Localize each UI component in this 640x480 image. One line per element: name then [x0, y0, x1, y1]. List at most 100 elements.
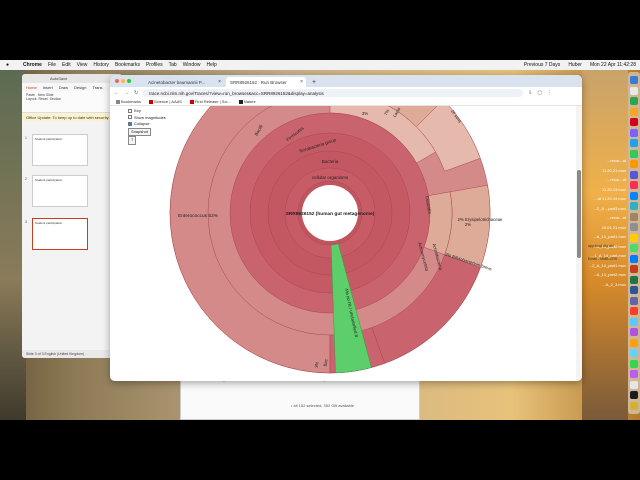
menu-tab[interactable]: Tab	[169, 62, 177, 68]
chrome-tab-active[interactable]: SRR8926152 : Run Browser ×	[226, 77, 306, 87]
dock-app-icon[interactable]	[630, 212, 638, 221]
page-scrollbar[interactable]	[576, 106, 582, 381]
ppt-update-notice[interactable]: Office Update: To keep up to date with s…	[22, 113, 122, 121]
dock-app-icon[interactable]	[630, 181, 638, 189]
apple-icon[interactable]: ●	[6, 62, 9, 68]
menu-bookmarks[interactable]: Bookmarks	[115, 62, 140, 68]
dock-app-icon[interactable]	[630, 170, 638, 179]
ppt-section-button[interactable]: Section	[50, 97, 62, 101]
dock-app-icon[interactable]	[630, 328, 638, 336]
menubar-clock[interactable]: Mon 22 Apr 11:42:28	[590, 62, 636, 68]
dock-app-icon[interactable]	[630, 223, 638, 231]
key-checkbox[interactable]	[128, 108, 132, 113]
dock-app-icon[interactable]	[630, 160, 638, 168]
bookmark-nature[interactable]: Nature	[238, 99, 256, 104]
slide-thumbnail-selected[interactable]: Student participation	[32, 218, 88, 250]
download-icon[interactable]: ⇩	[528, 90, 532, 96]
menubar-status-previous[interactable]: Previous 7 Days	[524, 62, 560, 68]
forward-icon[interactable]: →	[124, 90, 129, 96]
dock-app-icon[interactable]	[630, 275, 638, 284]
desktop-file-item[interactable]: ...A_14_part2.mov	[586, 270, 626, 280]
ppt-tab-draw[interactable]: Draw	[59, 85, 68, 90]
menu-window[interactable]: Window	[183, 62, 201, 68]
dock-app-icon[interactable]	[630, 254, 638, 263]
ppt-tab-design[interactable]: Design	[74, 85, 86, 90]
slide-thumbnail[interactable]: Student participation	[32, 175, 88, 207]
menubar-status-user[interactable]: Huber	[568, 62, 582, 68]
reload-icon[interactable]: ↻	[134, 90, 138, 96]
dock-app-icon[interactable]	[630, 76, 638, 84]
minimize-window-icon[interactable]	[121, 79, 125, 83]
bookmark-folder[interactable]: Bookmarks	[116, 99, 141, 104]
page-content: SRR8926152 (human gut metagenome) cellula…	[110, 106, 582, 381]
menu-edit[interactable]: Edit	[62, 62, 71, 68]
bookmark-first-release[interactable]: First Release | Sci...	[189, 99, 231, 104]
address-bar[interactable]: trace.ncbi.nlm.nih.gov/Traces/?view=run_…	[143, 88, 524, 97]
menu-history[interactable]: History	[93, 62, 109, 68]
close-tab-icon[interactable]: ×	[300, 79, 303, 85]
dock-app-icon[interactable]	[630, 338, 638, 347]
menu-chrome[interactable]: Chrome	[23, 62, 42, 68]
slide-thumbnail[interactable]: Student participation	[32, 134, 88, 166]
dock-app-icon[interactable]	[630, 97, 638, 105]
krona-ring-label: Bacteria	[322, 159, 339, 164]
extensions-icon[interactable]: ▢	[537, 90, 542, 96]
menu-view[interactable]: View	[77, 62, 88, 68]
dock-app-icon[interactable]	[630, 149, 638, 158]
scrollbar-thumb[interactable]	[577, 170, 581, 258]
chrome-tab[interactable]: Acinetobacter baumannii P... ×	[144, 77, 224, 87]
collapse-checkbox[interactable]	[128, 121, 132, 126]
dock-app-icon[interactable]	[630, 349, 638, 357]
krona-label-enterococcus: Enterococcus 52%	[178, 213, 219, 219]
dock-app-icon[interactable]	[630, 296, 638, 305]
desktop-file-item[interactable]: ...at 11.20.19.mov	[586, 194, 626, 204]
desktop-file-item[interactable]: ...A_14_part1.mov	[586, 232, 626, 242]
chrome-toolbar: ← → ↻ trace.ncbi.nlm.nih.gov/Traces/?vie…	[110, 87, 582, 98]
dock-app-icon[interactable]	[630, 233, 638, 242]
ppt-tab-transitions[interactable]: Trans	[92, 85, 102, 90]
dock-app-icon[interactable]	[630, 191, 638, 200]
dock-app-icon[interactable]	[630, 286, 638, 294]
ppt-layout-button[interactable]: Layout	[26, 97, 37, 101]
dock-app-icon[interactable]	[630, 107, 638, 116]
desktop-file-item[interactable]: ...recor...at 10.01.21.mov	[586, 213, 626, 232]
show-magnitudes-checkbox[interactable]	[128, 115, 132, 120]
dock-app-icon[interactable]	[630, 317, 638, 326]
menu-kebab-icon[interactable]: ⋮	[547, 90, 552, 96]
dock-app-icon[interactable]	[630, 265, 638, 273]
dock-app-icon[interactable]	[630, 391, 638, 399]
dock-app-icon[interactable]	[630, 401, 638, 410]
dock-app-icon[interactable]	[630, 202, 638, 210]
dock-app-icon[interactable]	[630, 139, 638, 147]
dock-app-icon[interactable]	[630, 307, 638, 315]
dock-app-icon[interactable]	[630, 128, 638, 137]
close-tab-icon[interactable]: ×	[218, 79, 221, 85]
new-tab-button[interactable]: +	[308, 79, 320, 87]
ppt-tab-home[interactable]: Home	[26, 85, 37, 90]
desktop-file-item[interactable]: ...2_A ...part3.mov	[586, 204, 626, 214]
dock-app-icon[interactable]	[630, 118, 638, 126]
menu-profiles[interactable]: Profiles	[146, 62, 163, 68]
back-icon[interactable]: ←	[114, 90, 119, 96]
desktop-file-item[interactable]: ...2_A_14_part1.mov	[586, 261, 626, 271]
help-button[interactable]: ?	[128, 136, 137, 145]
menu-help[interactable]: Help	[207, 62, 217, 68]
menu-file[interactable]: File	[48, 62, 56, 68]
bookmark-science[interactable]: Science | AAAS	[149, 99, 182, 104]
mac-menubar: ● Chrome File Edit View History Bookmark…	[0, 60, 640, 70]
bookmark-first-release-label: First Release | Sci...	[194, 99, 231, 104]
bookmark-science-label: Science | AAAS	[154, 99, 182, 104]
close-window-icon[interactable]	[115, 79, 119, 83]
dock-app-icon[interactable]	[630, 380, 638, 389]
desktop-file-item[interactable]: ...recor...at 11.20.19.mov	[586, 175, 626, 194]
desktop-file-item[interactable]: ...A_2_3.mov	[586, 280, 626, 290]
dock-app-icon[interactable]	[630, 86, 638, 95]
snapshot-button[interactable]: Snapshot	[128, 127, 151, 136]
ppt-tab-insert[interactable]: Insert	[43, 85, 53, 90]
dock-app-icon[interactable]	[630, 244, 638, 252]
zoom-window-icon[interactable]	[127, 79, 131, 83]
desktop-file-item[interactable]: ...recor...at 11.20.21.mov	[586, 156, 626, 175]
dock-app-icon[interactable]	[630, 370, 638, 378]
dock-app-icon[interactable]	[630, 359, 638, 368]
ppt-reset-button[interactable]: Reset	[38, 97, 47, 101]
